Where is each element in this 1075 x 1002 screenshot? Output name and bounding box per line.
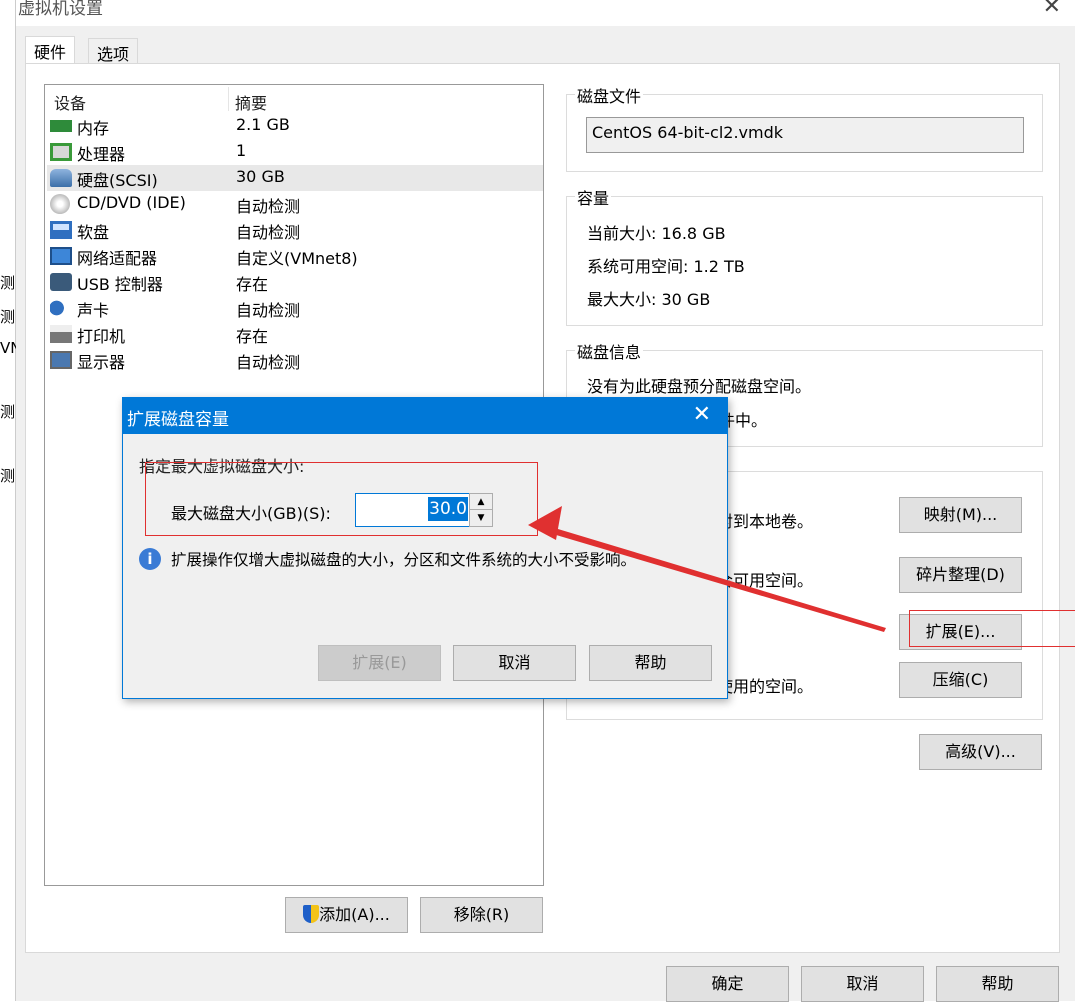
device-row[interactable]: 网络适配器 自定义(VMnet8) [47,243,543,269]
device-name: 网络适配器 [77,249,158,268]
info-icon: i [139,548,161,570]
disk-file-field[interactable]: CentOS 64-bit-cl2.vmdk [586,117,1024,153]
device-row[interactable]: 显示器 自动检测 [47,347,543,373]
device-row[interactable]: 声卡 自动检测 [47,295,543,321]
map-description: 射到本地卷。 [717,512,814,531]
hard-disk-icon [50,169,72,187]
device-summary: 存在 [236,275,269,294]
device-row[interactable]: CD/DVD (IDE) 自动检测 [47,191,543,217]
device-name: 软盘 [77,223,110,242]
remove-button[interactable]: 移除(R) [420,897,543,933]
dialog-expand-button[interactable]: 扩展(E) [318,645,441,681]
capacity-label: 容量 [575,185,612,209]
device-name: 打印机 [77,327,126,346]
dialog-info-text: 扩展操作仅增大虚拟磁盘的大小，分区和文件系统的大小不受影响。 [171,551,637,569]
background-text: 测 [0,467,16,485]
map-button[interactable]: 映射(M)... [899,497,1022,533]
device-summary: 存在 [236,327,269,346]
background-text: 测 [0,274,16,292]
disk-info-line1: 没有为此硬盘预分配磁盘空间。 [587,377,812,396]
memory-icon [50,120,72,132]
dialog-help-button[interactable]: 帮助 [589,645,712,681]
device-row[interactable]: 硬盘(SCSI) 30 GB [47,165,543,191]
column-header-device[interactable]: 设备 [54,90,86,114]
device-summary: 1 [236,141,247,160]
printer-icon [50,325,72,343]
tab-options[interactable]: 选项 [88,38,139,64]
dialog-title-bar: 扩展磁盘容量 ✕ [123,398,727,434]
cd-dvd-icon [50,194,70,214]
close-icon[interactable]: ✕ [1043,0,1061,19]
defrag-button[interactable]: 碎片整理(D) [899,557,1022,593]
tab-hardware[interactable]: 硬件 [25,36,76,64]
dialog-cancel-button[interactable]: 取消 [453,645,576,681]
device-summary: 30 GB [236,167,285,186]
cancel-button[interactable]: 取消 [801,966,924,1002]
floppy-icon [50,221,72,239]
column-header-summary[interactable]: 摘要 [235,90,267,114]
device-row[interactable]: 处理器 1 [47,139,543,165]
processor-icon [50,143,72,161]
compact-button[interactable]: 压缩(C) [899,662,1022,698]
add-button[interactable]: 添加(A)... [285,897,408,933]
background-text: 测 [0,403,16,421]
column-divider[interactable] [228,87,229,111]
capacity-group: 容量 当前大小: 16.8 GB 系统可用空间: 1.2 TB 最大大小: 30… [566,185,1043,326]
device-name: 显示器 [77,353,126,372]
window-title: 虚拟机设置 [18,0,103,19]
dialog-close-icon[interactable]: ✕ [693,402,711,427]
shield-icon [303,905,320,923]
disk-file-label: 磁盘文件 [575,83,644,107]
background-window: 测 测 VN 测 测 [0,0,21,1001]
device-summary: 自动检测 [236,301,301,320]
device-summary: 自动检测 [236,223,301,242]
title-bar: 虚拟机设置 ✕ [16,0,1075,26]
device-name: 硬盘(SCSI) [77,171,158,190]
device-name: 处理器 [77,145,126,164]
device-row[interactable]: 内存 2.1 GB [47,113,543,139]
background-text: 测 [0,308,16,326]
disk-info-label: 磁盘信息 [575,339,644,363]
usb-icon [50,273,72,291]
compact-description: 使用的空间。 [717,677,814,696]
device-name: USB 控制器 [77,275,163,294]
device-row[interactable]: 打印机 存在 [47,321,543,347]
network-adapter-icon [50,247,72,265]
device-summary: 自定义(VMnet8) [236,249,358,268]
sound-card-icon [50,299,72,317]
help-button[interactable]: 帮助 [936,966,1059,1002]
device-summary: 自动检测 [236,197,301,216]
advanced-button[interactable]: 高级(V)... [919,734,1042,770]
annotation-box-expand [909,610,1075,647]
device-row[interactable]: 软盘 自动检测 [47,217,543,243]
device-row[interactable]: USB 控制器 存在 [47,269,543,295]
available-space: 系统可用空间: 1.2 TB [587,257,745,276]
device-summary: 2.1 GB [236,115,290,134]
device-name: 声卡 [77,301,110,320]
defrag-description: 合可用空间。 [717,571,814,590]
disk-file-group: 磁盘文件 CentOS 64-bit-cl2.vmdk [566,83,1043,172]
ok-button[interactable]: 确定 [666,966,789,1002]
annotation-box-field [145,462,538,536]
max-size: 最大大小: 30 GB [587,290,711,309]
device-name: 内存 [77,119,110,138]
current-size: 当前大小: 16.8 GB [587,224,726,243]
dialog-title: 扩展磁盘容量 [127,410,229,430]
device-name: CD/DVD (IDE) [77,193,186,212]
expand-disk-dialog: 扩展磁盘容量 ✕ 指定最大虚拟磁盘大小: 最大磁盘大小(GB)(S): 30.0… [122,397,728,699]
add-label: 添加(A)... [319,905,390,924]
device-summary: 自动检测 [236,353,301,372]
display-icon [50,351,72,369]
